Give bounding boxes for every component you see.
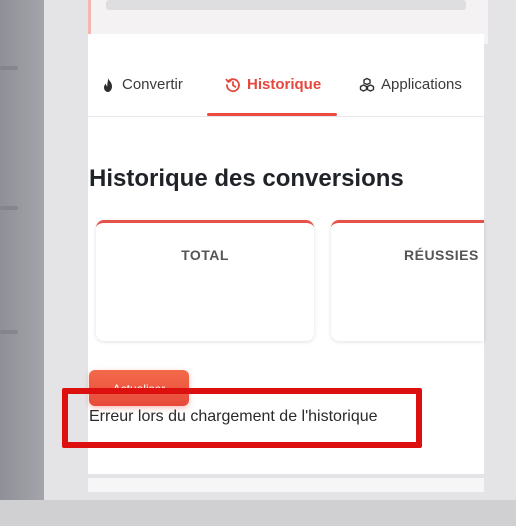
sidebar-blur-item (0, 206, 18, 210)
tab-label: Applications (381, 76, 462, 93)
tab-bar: Convertir Historique Applications (88, 34, 484, 117)
stat-label: RÉUSSIES (404, 247, 479, 263)
tab-historique[interactable]: Historique (225, 76, 321, 114)
tab-convertir[interactable]: Convertir (100, 76, 183, 114)
window-bottom-edge (0, 500, 516, 526)
tab-label: Convertir (122, 76, 183, 93)
background-sidebar (0, 0, 44, 526)
refresh-button[interactable]: Actualiser (89, 370, 189, 406)
history-icon (225, 78, 240, 93)
tab-applications[interactable]: Applications (359, 76, 462, 114)
stat-card-total: TOTAL (96, 220, 314, 341)
cubes-icon (359, 77, 375, 92)
error-message: Erreur lors du chargement de l'historiqu… (89, 408, 378, 425)
panel-footer (88, 478, 484, 492)
flame-icon (104, 78, 112, 92)
notice-text-blur (106, 0, 466, 10)
page-title: Historique des conversions (89, 165, 404, 192)
stat-label: TOTAL (181, 247, 229, 263)
stat-card-reussies: RÉUSSIES (331, 220, 484, 341)
sidebar-blur-item (0, 330, 18, 334)
main-panel: Convertir Historique Applications Histor… (88, 34, 484, 474)
active-tab-indicator (207, 113, 337, 116)
sidebar-blur-item (0, 66, 18, 70)
tab-label: Historique (247, 76, 322, 93)
